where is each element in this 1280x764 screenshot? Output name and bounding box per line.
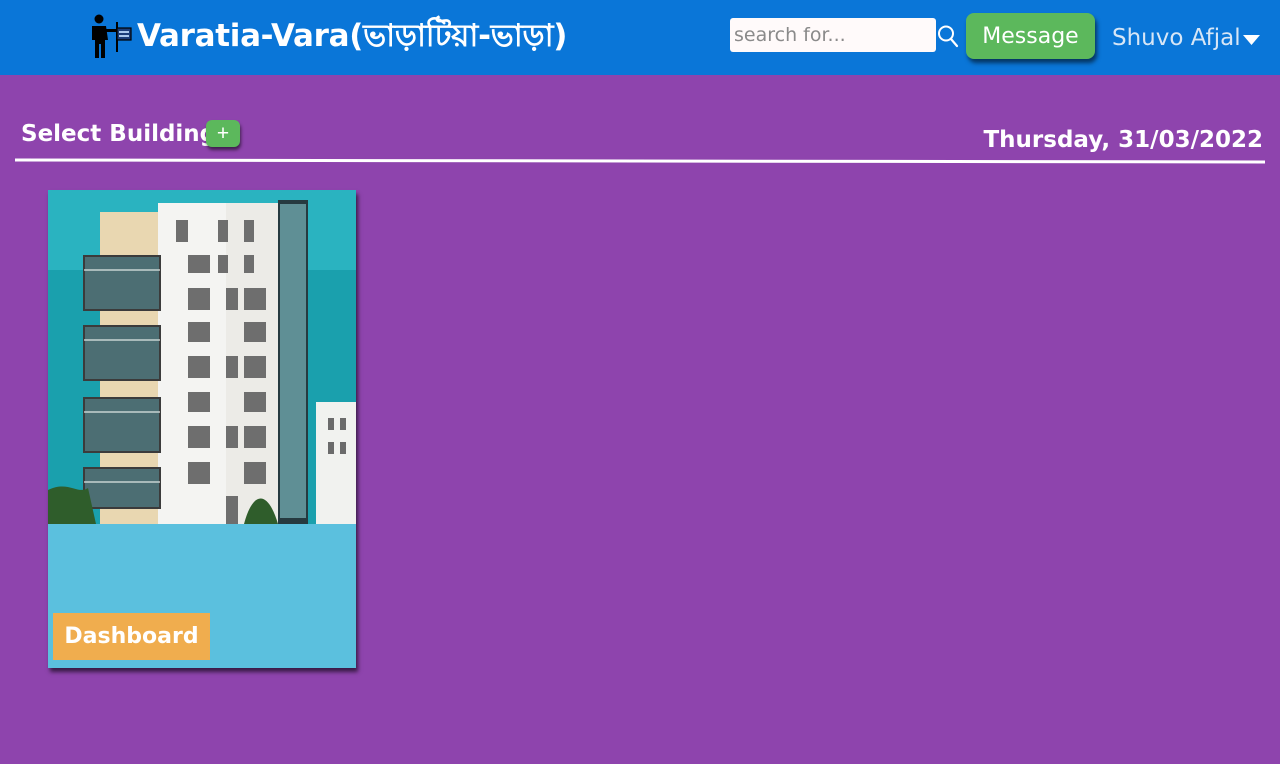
message-button[interactable]: Message	[966, 13, 1095, 59]
top-navbar: Varatia-Vara(ভাড়াটিয়া-ভাড়া) Message S…	[0, 0, 1280, 75]
section-divider	[15, 157, 1265, 164]
building-card[interactable]: Dashboard	[48, 190, 356, 668]
app-title[interactable]: Varatia-Vara(ভাড়াটিয়া-ভাড়া)	[137, 16, 567, 56]
person-with-rent-sign-icon	[92, 14, 132, 58]
dashboard-button[interactable]: Dashboard	[53, 613, 210, 660]
add-building-button[interactable]: +	[206, 120, 240, 147]
select-building-heading: Select Building	[21, 121, 217, 147]
search-icon[interactable]	[937, 24, 959, 48]
building-photo[interactable]	[48, 190, 356, 524]
user-name: Shuvo Afjal	[1112, 25, 1241, 51]
caret-down-icon	[1242, 35, 1260, 45]
user-menu[interactable]: Shuvo Afjal	[1112, 22, 1260, 54]
current-date: Thursday, 31/03/2022	[983, 127, 1263, 153]
search-input[interactable]	[730, 18, 936, 52]
